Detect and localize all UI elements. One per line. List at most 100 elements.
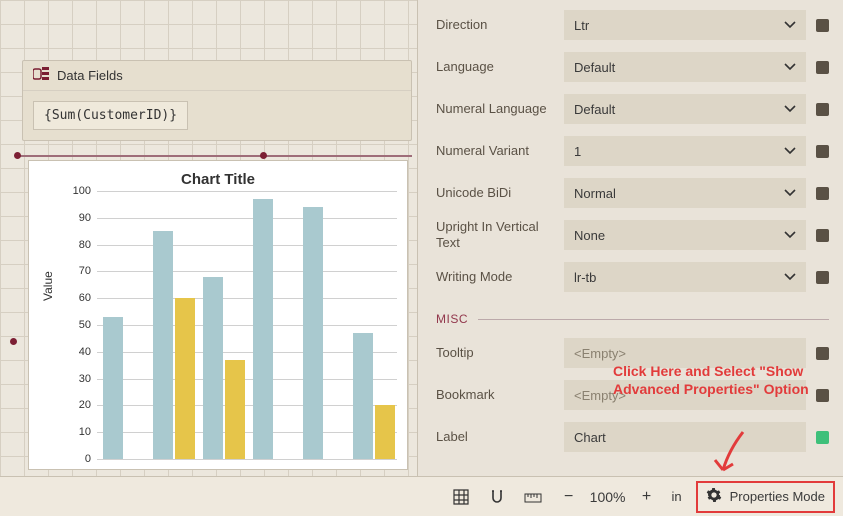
- expression-marker[interactable]: [816, 19, 829, 32]
- chart-ytick: 50: [67, 319, 91, 331]
- expression-marker[interactable]: [816, 61, 829, 74]
- property-label: Label: [436, 429, 564, 445]
- property-select-upright_vertical[interactable]: None: [564, 220, 806, 250]
- property-label: Direction: [436, 17, 564, 33]
- chevron-down-icon: [784, 60, 796, 74]
- chart-gridline: [97, 271, 397, 272]
- selection-handle[interactable]: [260, 152, 267, 159]
- expression-marker[interactable]: [816, 347, 829, 360]
- grid-toggle-button[interactable]: [450, 486, 472, 508]
- chart-gridline: [97, 459, 397, 460]
- chart-ytick: 10: [67, 426, 91, 438]
- chart-gridline: [97, 245, 397, 246]
- zoom-control: − 100% +: [558, 486, 658, 508]
- property-label: Upright In Vertical Text: [436, 219, 564, 250]
- property-row-unicode_bidi: Unicode BiDiNormal: [436, 172, 829, 214]
- chart-gridline: [97, 432, 397, 433]
- data-fields-title: Data Fields: [57, 68, 123, 83]
- expression-marker[interactable]: [816, 389, 829, 402]
- snap-toggle-button[interactable]: [486, 486, 508, 508]
- properties-panel[interactable]: DirectionLtrLanguageDefaultNumeral Langu…: [418, 0, 843, 476]
- chart-ytick: 90: [67, 212, 91, 224]
- ruler-unit[interactable]: in: [671, 489, 681, 504]
- chart-bar: [175, 298, 195, 459]
- chart-ytick: 60: [67, 292, 91, 304]
- expression-marker[interactable]: [816, 271, 829, 284]
- chart-gridline: [97, 325, 397, 326]
- property-label: Unicode BiDi: [436, 185, 564, 201]
- chart-bar: [203, 277, 223, 459]
- property-label: Language: [436, 59, 564, 75]
- property-label: Writing Mode: [436, 269, 564, 285]
- expression-marker[interactable]: [816, 187, 829, 200]
- chart-bar: [375, 405, 395, 459]
- chart-bar: [103, 317, 123, 459]
- chart-ytick: 30: [67, 373, 91, 385]
- property-row-numeral_variant: Numeral Variant1: [436, 130, 829, 172]
- chart-ytick: 100: [67, 185, 91, 197]
- selection-handle[interactable]: [14, 152, 21, 159]
- property-select-numeral_variant[interactable]: 1: [564, 136, 806, 166]
- data-fields-icon: [33, 67, 49, 84]
- data-fields-panel[interactable]: Data Fields {Sum(CustomerID)}: [22, 60, 412, 141]
- chart-bar: [253, 199, 273, 459]
- status-bar: − 100% + in Properties Mode: [0, 476, 843, 516]
- zoom-out-button[interactable]: −: [558, 486, 580, 508]
- chart-bar: [353, 333, 373, 459]
- ruler-toggle-button[interactable]: [522, 486, 544, 508]
- data-fields-header: Data Fields: [23, 61, 411, 91]
- selection-bar: [18, 155, 412, 157]
- property-row-bookmark: Bookmark<Empty>: [436, 374, 829, 416]
- property-select-direction[interactable]: Ltr: [564, 10, 806, 40]
- property-row-label: LabelChart: [436, 416, 829, 458]
- chevron-down-icon: [784, 270, 796, 284]
- property-select-numeral_language[interactable]: Default: [564, 94, 806, 124]
- property-input-tooltip[interactable]: <Empty>: [564, 338, 806, 368]
- chart-gridline: [97, 191, 397, 192]
- property-select-language[interactable]: Default: [564, 52, 806, 82]
- property-label: Numeral Variant: [436, 143, 564, 159]
- chevron-down-icon: [784, 186, 796, 200]
- property-row-numeral_language: Numeral LanguageDefault: [436, 88, 829, 130]
- zoom-level: 100%: [590, 489, 626, 505]
- expression-marker[interactable]: [816, 145, 829, 158]
- zoom-in-button[interactable]: +: [635, 486, 657, 508]
- selection-handle[interactable]: [10, 338, 17, 345]
- property-row-direction: DirectionLtr: [436, 4, 829, 46]
- properties-mode-button[interactable]: Properties Mode: [696, 481, 835, 513]
- chart-ytick: 40: [67, 346, 91, 358]
- chevron-down-icon: [784, 18, 796, 32]
- properties-mode-label: Properties Mode: [730, 489, 825, 504]
- chart-gridline: [97, 218, 397, 219]
- gear-icon: [706, 487, 722, 506]
- expression-marker[interactable]: [816, 229, 829, 242]
- property-row-language: LanguageDefault: [436, 46, 829, 88]
- chart-bar: [303, 207, 323, 459]
- chevron-down-icon: [784, 228, 796, 242]
- chart-gridline: [97, 405, 397, 406]
- chart-ytick: 20: [67, 399, 91, 411]
- property-select-writing_mode[interactable]: lr-tb: [564, 262, 806, 292]
- chart-ytick: 70: [67, 265, 91, 277]
- property-row-writing_mode: Writing Modelr-tb: [436, 256, 829, 298]
- chevron-down-icon: [784, 102, 796, 116]
- field-expression[interactable]: {Sum(CustomerID)}: [33, 101, 188, 130]
- property-select-unicode_bidi[interactable]: Normal: [564, 178, 806, 208]
- section-header-misc: MISC: [436, 312, 829, 326]
- chart-preview[interactable]: Chart Title Value 0102030405060708090100: [28, 160, 408, 470]
- property-input-bookmark[interactable]: <Empty>: [564, 380, 806, 410]
- design-canvas[interactable]: Data Fields {Sum(CustomerID)} Chart Titl…: [0, 0, 418, 476]
- chart-bar: [153, 231, 173, 459]
- chart-gridline: [97, 352, 397, 353]
- chart-gridline: [97, 298, 397, 299]
- property-label: Tooltip: [436, 345, 564, 361]
- chart-ytick: 80: [67, 239, 91, 251]
- property-label: Bookmark: [436, 387, 564, 403]
- expression-marker[interactable]: [816, 431, 829, 444]
- property-label: Numeral Language: [436, 101, 564, 117]
- chart-ytick: 0: [67, 453, 91, 465]
- chevron-down-icon: [784, 144, 796, 158]
- chart-y-axis-label: Value: [41, 271, 55, 301]
- expression-marker[interactable]: [816, 103, 829, 116]
- property-input-label[interactable]: Chart: [564, 422, 806, 452]
